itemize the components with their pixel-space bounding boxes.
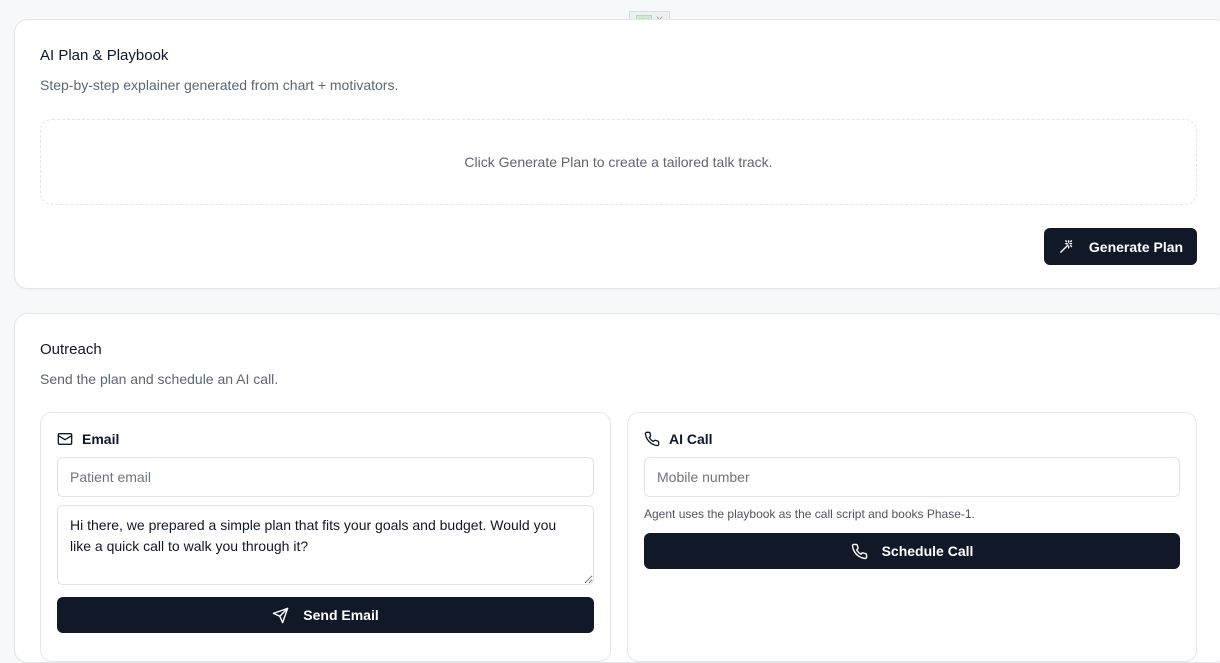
- ai-call-heading-label: AI Call: [669, 431, 713, 447]
- plan-empty-text: Click Generate Plan to create a tailored…: [464, 154, 773, 170]
- email-heading-label: Email: [82, 431, 120, 447]
- plan-title: AI Plan & Playbook: [40, 47, 169, 64]
- schedule-call-button[interactable]: Schedule Call: [644, 533, 1180, 569]
- plan-empty-state: Click Generate Plan to create a tailored…: [40, 119, 1197, 205]
- generate-plan-label: Generate Plan: [1088, 238, 1184, 255]
- call-hint-text: Agent uses the playbook as the call scri…: [644, 507, 975, 521]
- phone-icon: [851, 543, 867, 559]
- ai-call-heading: AI Call: [644, 431, 713, 447]
- email-heading: Email: [57, 431, 119, 447]
- outreach-subtitle: Send the plan and schedule an AI call.: [40, 371, 279, 387]
- email-message-textarea[interactable]: Hi there, we prepared a simple plan that…: [57, 505, 594, 585]
- schedule-call-label: Schedule Call: [881, 543, 974, 559]
- mail-icon: [57, 433, 73, 445]
- mobile-number-input[interactable]: [644, 457, 1180, 497]
- send-email-label: Send Email: [303, 607, 379, 623]
- email-panel: Email Hi there, we prepared a simple pla…: [40, 412, 611, 662]
- plan-card: AI Plan & Playbook Step-by-step explaine…: [14, 19, 1220, 289]
- outreach-title: Outreach: [40, 341, 102, 358]
- ai-call-panel: AI Call Agent uses the playbook as the c…: [627, 412, 1197, 662]
- patient-email-input[interactable]: [57, 457, 594, 497]
- plan-subtitle: Step-by-step explainer generated from ch…: [40, 77, 399, 93]
- outreach-card: Outreach Send the plan and schedule an A…: [14, 313, 1220, 663]
- phone-icon: [644, 431, 660, 447]
- magic-wand-icon: [1060, 240, 1073, 253]
- send-icon: [272, 607, 289, 623]
- generate-plan-button[interactable]: Generate Plan: [1044, 228, 1197, 265]
- send-email-button[interactable]: Send Email: [57, 597, 594, 633]
